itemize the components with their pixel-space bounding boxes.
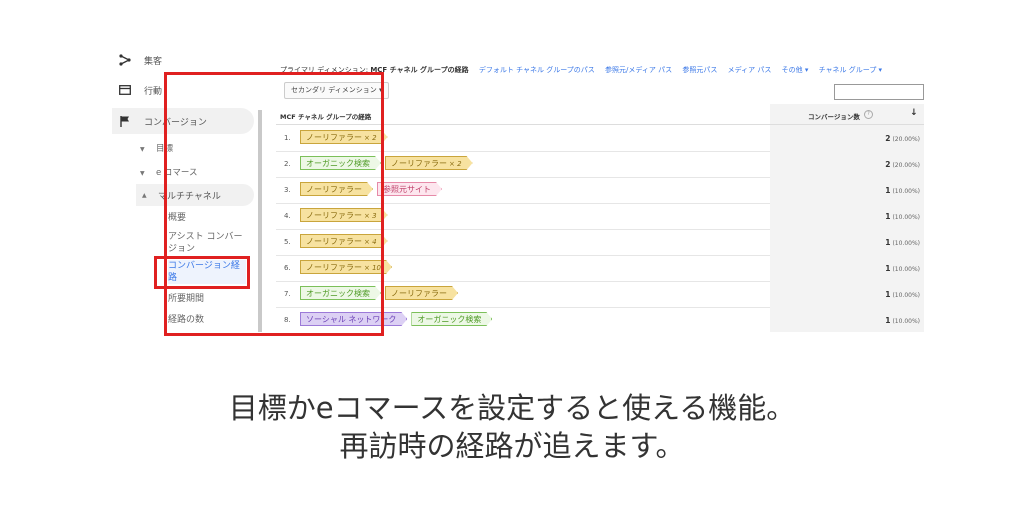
caption-line-1: 目標かeコマースを設定すると使える機能。	[228, 391, 796, 425]
conversions-value: 1 (10.00%)	[885, 186, 920, 195]
conversions-count: 2	[885, 134, 891, 143]
dimension-option[interactable]: チャネル グループ ▾	[819, 66, 882, 74]
highlight-box	[164, 72, 384, 336]
conversions-cell: 1 (10.00%)	[770, 307, 924, 332]
dimension-option[interactable]: デフォルト チャネル グループのパス	[479, 66, 595, 74]
channel-tag: 参照元サイト	[377, 182, 442, 196]
conversions-value: 2 (20.00%)	[885, 134, 920, 143]
conversions-cell: 1 (10.00%)	[770, 281, 924, 307]
conversions-percent: (10.00%)	[892, 240, 920, 247]
conversions-count: 1	[885, 212, 891, 221]
sort-arrow-icon[interactable]: ↓	[910, 108, 918, 118]
dimension-option[interactable]: 参照元/メディア パス	[605, 66, 672, 74]
channel-name: オーガニック検索	[417, 315, 482, 324]
search-input[interactable]	[834, 84, 924, 100]
caret-down-icon: ▼	[140, 170, 145, 177]
channel-tag: ノーリファラー × 2	[385, 156, 473, 170]
conversions-value: 2 (20.00%)	[885, 160, 920, 169]
acquisition-icon	[118, 53, 132, 67]
conversions-cell: 2 (20.00%)	[770, 151, 924, 177]
conversions-value: 1 (10.00%)	[885, 238, 920, 247]
caret-up-icon: ▲	[142, 191, 147, 199]
channel-name: ノーリファラー	[391, 289, 447, 298]
conversions-count: 1	[885, 238, 891, 247]
dimension-option[interactable]: メディア パス	[728, 66, 772, 74]
dimension-option[interactable]: その他 ▾	[782, 66, 809, 74]
conversions-count: 1	[885, 186, 891, 195]
column-header-conversions[interactable]: コンバージョン数 ? ↓	[770, 104, 924, 124]
dimension-option[interactable]: 参照元パス	[682, 66, 717, 74]
channel-name: ノーリファラー	[391, 159, 447, 168]
conversions-value: 1 (10.00%)	[885, 290, 920, 299]
conversions-value: 1 (10.00%)	[885, 316, 920, 325]
conversions-value: 1 (10.00%)	[885, 264, 920, 273]
conversions-cell: 1 (10.00%)	[770, 255, 924, 281]
conversions-value: 1 (10.00%)	[885, 212, 920, 221]
conversions-count: 1	[885, 290, 891, 299]
conversions-count: 2	[885, 160, 891, 169]
current-dimension: MCF チャネル グループの経路	[370, 66, 469, 74]
channel-tag: オーガニック検索	[411, 312, 492, 326]
conversions-percent: (20.00%)	[892, 162, 920, 169]
conversions-percent: (10.00%)	[892, 318, 920, 325]
info-icon[interactable]: ?	[864, 110, 873, 119]
conversions-percent: (10.00%)	[892, 266, 920, 273]
conversions-percent: (10.00%)	[892, 188, 920, 195]
sidebar-item-label: 集客	[144, 56, 163, 67]
conversions-cell: 2 (20.00%)	[770, 125, 924, 151]
conversions-cell: 1 (10.00%)	[770, 229, 924, 255]
flag-icon	[118, 114, 132, 128]
caption-line-2: 再訪時の経路が追えます。	[339, 429, 685, 463]
conversions-cell: 1 (10.00%)	[770, 177, 924, 203]
conversions-cell: 1 (10.00%)	[770, 203, 924, 229]
conversions-count: 1	[885, 264, 891, 273]
conversions-count: 1	[885, 316, 891, 325]
repeat-count: × 2	[449, 160, 462, 168]
channel-name: 参照元サイト	[383, 185, 431, 194]
sidebar-item-acquisition[interactable]: 集客	[112, 48, 254, 72]
behavior-icon	[118, 83, 132, 97]
conversions-percent: (10.00%)	[892, 214, 920, 221]
sidebar-item-label: 行動	[144, 86, 163, 97]
conversions-percent: (20.00%)	[892, 136, 920, 143]
channel-tag: ノーリファラー	[385, 286, 458, 300]
caret-down-icon: ▼	[140, 146, 145, 153]
conversions-percent: (10.00%)	[892, 292, 920, 299]
